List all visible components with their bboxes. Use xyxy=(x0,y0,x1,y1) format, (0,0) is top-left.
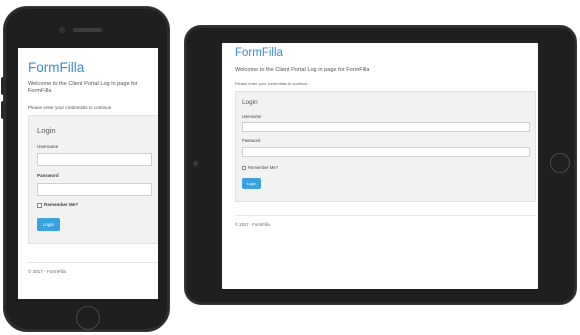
password-input[interactable] xyxy=(242,147,530,157)
footer-copyright: © 2017 - FormFilla xyxy=(28,269,67,274)
login-button[interactable]: Login xyxy=(242,178,261,189)
login-button[interactable]: Login xyxy=(37,218,60,231)
username-input[interactable] xyxy=(242,122,530,132)
password-label: Password xyxy=(37,173,59,178)
footer-copyright: © 2017 - FormFilla xyxy=(235,222,270,227)
login-panel: Login Username Password Remember Me? Log… xyxy=(235,91,536,202)
remember-me-label: Remember Me? xyxy=(44,202,79,207)
brand-title[interactable]: FormFilla xyxy=(28,60,84,75)
remember-me-checkbox[interactable] xyxy=(37,203,42,208)
phone-camera-icon xyxy=(59,27,65,33)
username-input[interactable] xyxy=(37,153,152,166)
footer-divider xyxy=(235,215,536,216)
footer-divider xyxy=(28,262,158,263)
tablet-camera-icon xyxy=(193,161,198,166)
tablet-device: FormFilla Welcome to the Client Portal L… xyxy=(184,25,577,305)
password-input[interactable] xyxy=(37,183,152,196)
device-mockup-stage: FormFilla Welcome to the Client Portal L… xyxy=(0,0,580,335)
phone-device: FormFilla Welcome to the Client Portal L… xyxy=(1,6,170,332)
welcome-text: Welcome to the Client Portal Log in page… xyxy=(235,67,370,73)
phone-volume-down-button xyxy=(1,101,4,119)
remember-me-label: Remember Me? xyxy=(248,165,279,170)
login-panel: Login Username Password Remember Me? Log… xyxy=(28,115,158,244)
login-panel-title: Login xyxy=(37,126,56,135)
username-label: Username xyxy=(37,144,59,149)
login-panel-title: Login xyxy=(242,99,258,106)
phone-volume-up-button xyxy=(1,77,4,95)
credentials-hint: Please enter your credentials to continu… xyxy=(235,81,308,86)
tablet-screen: FormFilla Welcome to the Client Portal L… xyxy=(222,43,538,289)
welcome-text: Welcome to the Client Portal Log in page… xyxy=(28,81,138,94)
phone-screen: FormFilla Welcome to the Client Portal L… xyxy=(18,48,158,299)
remember-me-checkbox[interactable] xyxy=(242,166,246,170)
username-label: Username xyxy=(242,114,262,119)
brand-title[interactable]: FormFilla xyxy=(235,47,283,59)
tablet-home-button xyxy=(550,153,570,173)
password-label: Password xyxy=(242,138,261,143)
phone-speaker xyxy=(73,28,102,32)
phone-home-button xyxy=(76,306,100,330)
credentials-hint: Please enter your credentials to continu… xyxy=(28,105,112,110)
